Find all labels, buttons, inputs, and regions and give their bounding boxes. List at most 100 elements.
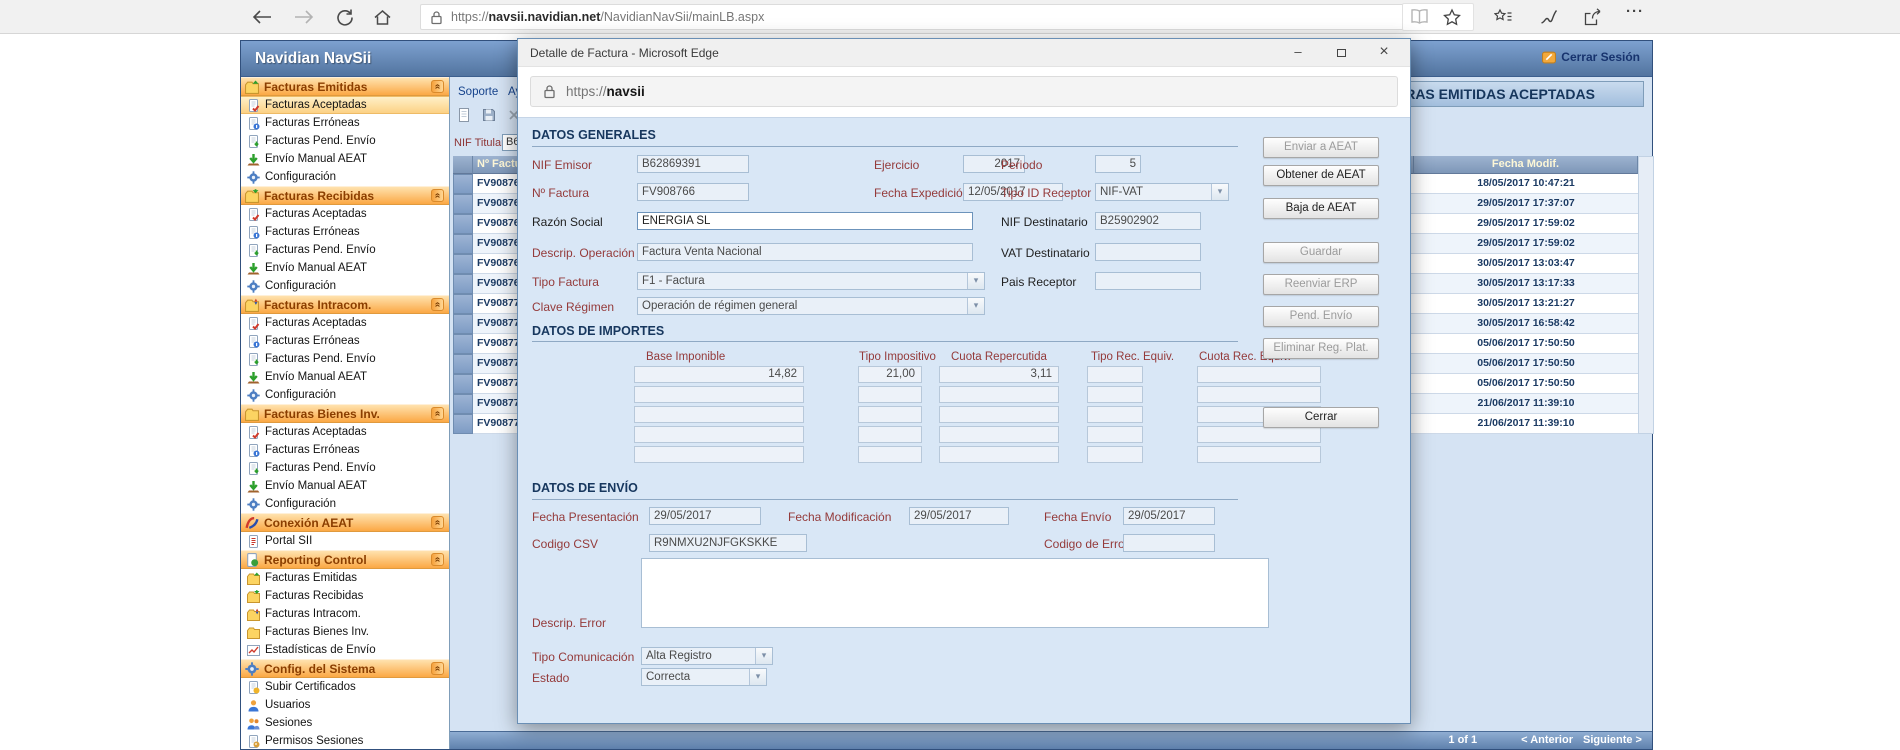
grid-cell-fecha-modif[interactable]: 29/05/2017 17:59:02 <box>1414 214 1638 234</box>
sidebar-group-facturas-recibidas[interactable]: Facturas Recibidas« <box>241 186 449 205</box>
importes-cell-r4-c3[interactable] <box>939 426 1059 443</box>
grid-cell-fecha-modif[interactable]: 29/05/2017 17:59:02 <box>1414 234 1638 254</box>
sidebar-item-facturas-erroneas[interactable]: Facturas Erróneas <box>241 114 449 132</box>
vat-destinatario-field[interactable] <box>1095 243 1201 261</box>
menu-soporte[interactable]: Soporte <box>458 86 498 98</box>
importes-cell-r3-c4[interactable] <box>1087 406 1143 423</box>
save-icon[interactable] <box>481 107 501 125</box>
num-factura-field[interactable]: FV908766 <box>637 183 749 201</box>
importes-cell-r5-c1[interactable] <box>634 446 804 463</box>
maximize-icon[interactable] <box>1325 39 1357 67</box>
sidebar-group-conexion-aeat[interactable]: Conexión AEAT« <box>241 513 449 532</box>
sidebar-item-sesiones[interactable]: Sesiones <box>241 714 449 732</box>
sidebar-item-envio-manual-aeat[interactable]: Envío Manual AEAT <box>241 368 449 386</box>
sidebar-item-facturas-pend-envio[interactable]: Facturas Pend. Envío <box>241 132 449 150</box>
row-selector[interactable] <box>453 314 473 334</box>
sidebar-group-facturas-intracom[interactable]: Facturas Intracom.« <box>241 295 449 314</box>
importes-cell-r2-c2[interactable] <box>858 386 922 403</box>
close-icon[interactable]: × <box>1368 39 1400 67</box>
collapse-chevron-icon[interactable]: « <box>431 516 444 529</box>
tipo-comunicacion-select[interactable]: Alta Registro <box>641 647 773 665</box>
row-selector[interactable] <box>453 214 473 234</box>
row-selector[interactable] <box>453 354 473 374</box>
grid-header-fecha-modif[interactable]: Fecha Modif. <box>1414 156 1638 174</box>
clave-regimen-select[interactable]: Operación de régimen general <box>637 297 985 315</box>
row-selector[interactable] <box>453 234 473 254</box>
importes-cell-r3-c2[interactable] <box>858 406 922 423</box>
nif-destinatario-field[interactable]: B25902902 <box>1095 212 1201 230</box>
sidebar-item-configuracion[interactable]: Configuración <box>241 277 449 295</box>
tipo-id-receptor-select[interactable]: NIF-VAT <box>1095 183 1229 201</box>
estado-select[interactable]: Correcta <box>641 668 767 686</box>
row-selector[interactable] <box>453 294 473 314</box>
sidebar-item-facturas-erroneas[interactable]: Facturas Erróneas <box>241 441 449 459</box>
grid-cell-fecha-modif[interactable]: 30/05/2017 13:17:33 <box>1414 274 1638 294</box>
grid-scrollbar[interactable] <box>1638 156 1654 434</box>
row-selector[interactable] <box>453 374 473 394</box>
sidebar-item-usuarios[interactable]: Usuarios <box>241 696 449 714</box>
minimize-icon[interactable]: – <box>1282 39 1314 67</box>
row-selector[interactable] <box>453 194 473 214</box>
sidebar-item-envio-manual-aeat[interactable]: Envío Manual AEAT <box>241 477 449 495</box>
web-note-icon[interactable] <box>1540 8 1559 25</box>
codigo-csv-field[interactable]: R9NMXU2NJFGKSKKE <box>649 534 807 552</box>
sidebar-item-facturas-aceptadas[interactable]: Facturas Aceptadas <box>241 205 449 223</box>
importes-cell-r2-c3[interactable] <box>939 386 1059 403</box>
sidebar-item-facturas-pend-envio[interactable]: Facturas Pend. Envío <box>241 241 449 259</box>
descrip-error-textarea[interactable] <box>641 558 1269 628</box>
row-selector[interactable] <box>453 254 473 274</box>
guardar-button[interactable]: Guardar <box>1263 242 1379 263</box>
sidebar-group-reporting-control[interactable]: Reporting Control« <box>241 550 449 569</box>
sidebar-item-facturas-erroneas[interactable]: Facturas Erróneas <box>241 332 449 350</box>
grid-cell-fecha-modif[interactable]: 05/06/2017 17:50:50 <box>1414 354 1638 374</box>
sidebar-item-facturas-bienes-inv[interactable]: Facturas Bienes Inv. <box>241 623 449 641</box>
importes-cell-r4-c2[interactable] <box>858 426 922 443</box>
sidebar-item-portal-sii[interactable]: Portal SII <box>241 532 449 550</box>
importes-cell-r3-c3[interactable] <box>939 406 1059 423</box>
importes-cell-r5-c2[interactable] <box>858 446 922 463</box>
grid-cell-fecha-modif[interactable]: 30/05/2017 16:58:42 <box>1414 314 1638 334</box>
row-selector[interactable] <box>453 174 473 194</box>
logout-button[interactable]: Cerrar Sesión <box>1542 50 1640 64</box>
grid-cell-fecha-modif[interactable]: 05/06/2017 17:50:50 <box>1414 374 1638 394</box>
razon-social-field[interactable]: ENERGIA SL <box>637 212 973 230</box>
periodo-field[interactable]: 5 <box>1095 155 1141 173</box>
importes-cell-r2-c4[interactable] <box>1087 386 1143 403</box>
importes-cell-r5-c4[interactable] <box>1087 446 1143 463</box>
grid-cell-fecha-modif[interactable]: 21/06/2017 11:39:10 <box>1414 414 1638 434</box>
sidebar-item-facturas-intracom[interactable]: Facturas Intracom. <box>241 605 449 623</box>
sidebar-item-facturas-recibidas[interactable]: Facturas Recibidas <box>241 587 449 605</box>
sidebar-item-facturas-emitidas[interactable]: Facturas Emitidas <box>241 569 449 587</box>
forward-icon[interactable] <box>290 7 318 27</box>
importes-cell-r1-c1[interactable]: 14,82 <box>634 366 804 383</box>
pais-receptor-field[interactable] <box>1095 272 1201 290</box>
pager-next-button[interactable]: Siguiente > <box>1583 734 1642 746</box>
grid-cell-fecha-modif[interactable]: 30/05/2017 13:21:27 <box>1414 294 1638 314</box>
sidebar-item-facturas-aceptadas[interactable]: Facturas Aceptadas <box>241 423 449 441</box>
sidebar-item-envio-manual-aeat[interactable]: Envío Manual AEAT <box>241 259 449 277</box>
reenviar-erp-button[interactable]: Reenviar ERP <box>1263 274 1379 295</box>
sidebar-item-configuracion[interactable]: Configuración <box>241 386 449 404</box>
share-icon[interactable] <box>1584 8 1602 26</box>
sidebar-item-facturas-aceptadas[interactable]: Facturas Aceptadas <box>241 96 449 114</box>
row-selector[interactable] <box>453 334 473 354</box>
importes-cell-r4-c4[interactable] <box>1087 426 1143 443</box>
sidebar-item-facturas-aceptadas[interactable]: Facturas Aceptadas <box>241 314 449 332</box>
eliminar-reg-plat-button[interactable]: Eliminar Reg. Plat. <box>1263 338 1379 359</box>
sidebar-group-facturas-bienes-inv[interactable]: Facturas Bienes Inv.« <box>241 404 449 423</box>
more-options-icon[interactable]: ··· <box>1626 3 1644 20</box>
favorite-star-icon[interactable] <box>1443 8 1461 26</box>
home-icon[interactable] <box>368 7 396 27</box>
importes-cell-r1-c3[interactable]: 3,11 <box>939 366 1059 383</box>
new-document-icon[interactable] <box>456 107 476 125</box>
codigo-error-field[interactable] <box>1123 534 1215 552</box>
sidebar-item-facturas-pend-envio[interactable]: Facturas Pend. Envío <box>241 459 449 477</box>
back-icon[interactable] <box>248 7 276 27</box>
sidebar-item-facturas-pend-envio[interactable]: Facturas Pend. Envío <box>241 350 449 368</box>
reading-view-icon[interactable] <box>1410 8 1429 26</box>
baja-de-aeat-button[interactable]: Baja de AEAT <box>1263 198 1379 219</box>
fecha-presentacion-field[interactable]: 29/05/2017 <box>649 507 761 525</box>
address-bar[interactable]: https://navsii.navidian.net/NavidianNavS… <box>420 4 1412 30</box>
cerrar-button[interactable]: Cerrar <box>1263 407 1379 428</box>
sidebar-item-permisos-sesiones[interactable]: Permisos Sesiones <box>241 732 449 749</box>
